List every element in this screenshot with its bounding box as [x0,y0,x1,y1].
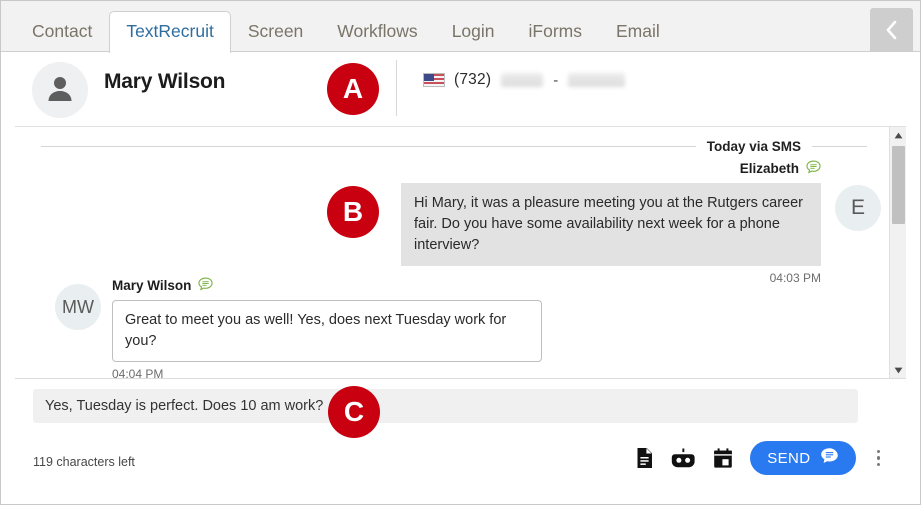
annotation-badge-a: A [327,63,379,115]
annotation-badge-b: B [327,186,379,238]
caret-down-icon[interactable] [890,362,906,378]
message-mary-wilson: Mary Wilson Great to meet you as well! Y… [112,277,542,379]
kebab-menu-icon[interactable] [873,448,885,469]
message-composer: 119 characters left [15,379,906,489]
characters-left-label: 119 characters left [33,455,135,469]
page-title: Mary Wilson [104,70,226,93]
divider-line-right [812,145,867,147]
message-sender-name: Elizabeth [739,161,799,176]
us-flag-icon [423,73,445,87]
phone-redacted-line [568,73,626,87]
avatar [32,62,88,118]
conversation-scrollbar[interactable] [889,127,906,378]
message-sender: Mary Wilson [112,277,542,294]
tab-iforms[interactable]: iForms [512,12,599,52]
header-divider [396,60,397,116]
day-divider-label: Today via SMS [706,138,801,154]
avatar: E [835,185,881,231]
annotation-badge-c: C [328,386,380,438]
message-input[interactable] [33,389,858,423]
calendar-icon[interactable] [713,447,733,469]
avatar: MW [55,284,101,330]
message-bubble: Hi Mary, it was a pleasure meeting you a… [401,183,821,266]
tab-workflows[interactable]: Workflows [320,12,434,52]
message-sender: Elizabeth [401,160,821,177]
contact-phone[interactable]: (732) - [423,71,626,89]
tab-screen[interactable]: Screen [231,12,320,52]
phone-dash: - [553,71,559,89]
sms-chat-icon [806,160,821,177]
tab-list: Contact TextRecruit Screen Workflows Log… [15,11,677,53]
chevron-left-icon [884,19,899,41]
tab-email[interactable]: Email [599,12,677,52]
template-icon[interactable] [635,447,654,469]
message-bubble: Great to meet you as well! Yes, does nex… [112,300,542,362]
tab-login[interactable]: Login [435,12,512,52]
phone-redacted-prefix [501,73,544,87]
caret-up-icon[interactable] [890,127,906,144]
conversation-thread: Today via SMS Elizabeth Hi Mary, it was … [15,127,906,379]
collapse-panel-button[interactable] [870,8,913,52]
scrollbar-thumb[interactable] [892,146,905,224]
divider-line-left [41,145,696,147]
tab-bar: Contact TextRecruit Screen Workflows Log… [1,1,920,53]
tab-contact[interactable]: Contact [15,12,109,52]
phone-area-code: (732) [454,71,492,88]
tab-textrecruit[interactable]: TextRecruit [109,11,231,53]
message-timestamp: 04:04 PM [112,367,164,379]
send-button[interactable]: SEND [750,441,856,475]
send-button-label: SEND [767,449,811,467]
bot-icon[interactable] [671,448,696,468]
person-icon [44,72,76,109]
composer-toolbar: SEND [635,441,884,475]
message-elizabeth: Elizabeth Hi Mary, it was a pleasure mee… [401,160,821,285]
chat-bubble-icon [820,447,839,469]
message-sender-name: Mary Wilson [112,278,192,293]
sms-chat-icon [198,277,213,294]
day-divider: Today via SMS [41,136,867,156]
contact-header: Mary Wilson (732) - [15,52,906,127]
textrecruit-panel: Contact TextRecruit Screen Workflows Log… [0,0,921,505]
